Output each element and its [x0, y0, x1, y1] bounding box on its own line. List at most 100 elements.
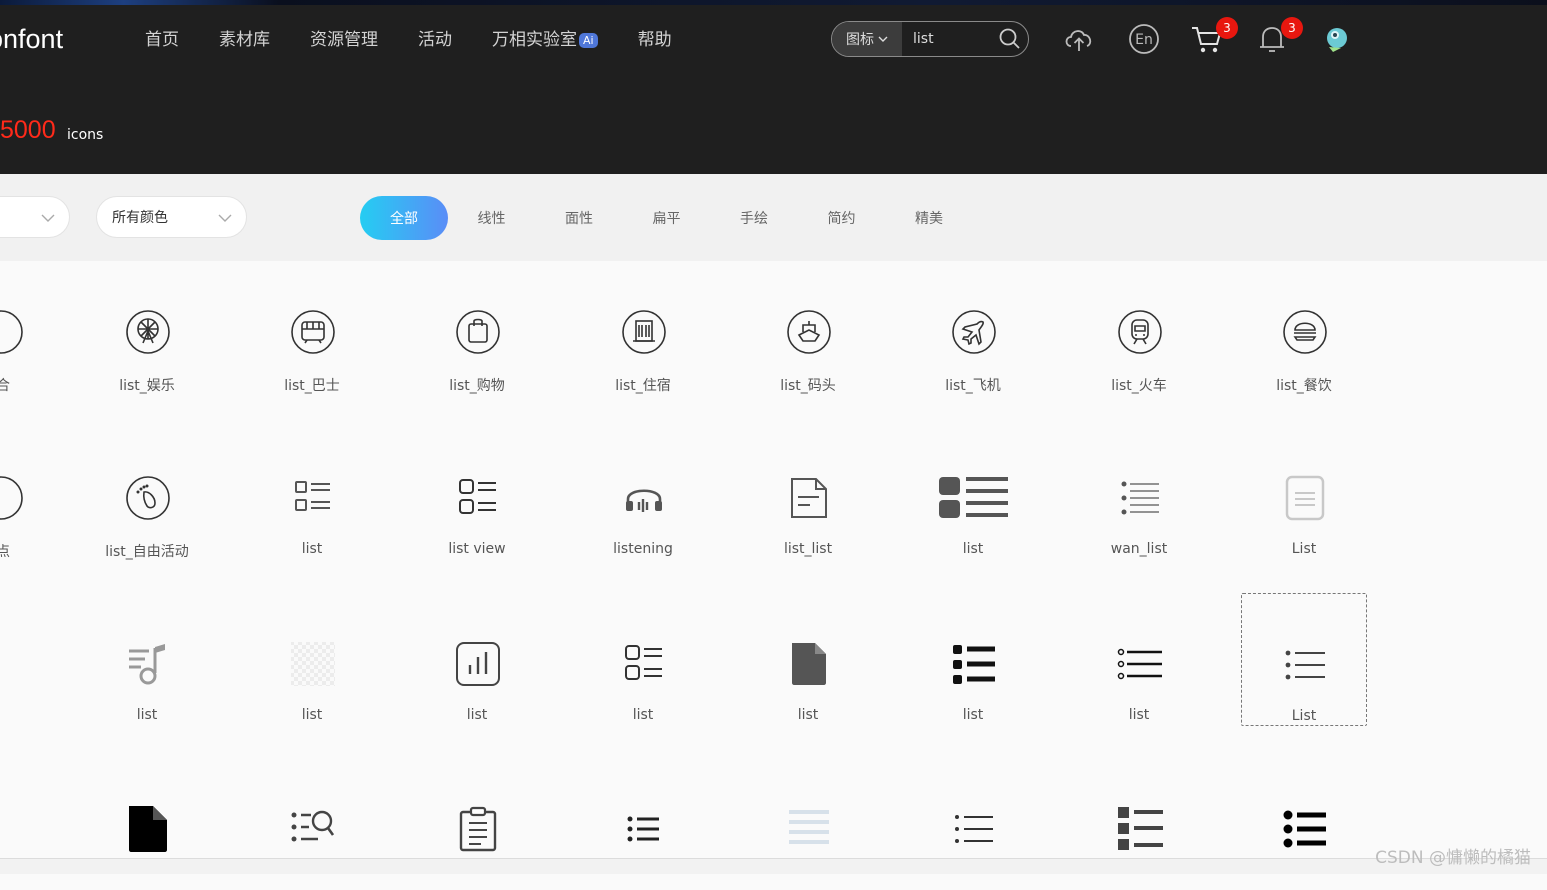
bullet-list-thin-icon [951, 806, 997, 852]
tab-flat[interactable]: 扁平 [623, 196, 711, 240]
icon-card-label: list [632, 707, 654, 723]
doc-light-icon [1282, 475, 1328, 521]
color-select[interactable]: 所有颜色 [96, 196, 247, 238]
icon-card-label: list_list [783, 541, 833, 557]
search-icon[interactable] [992, 22, 1028, 56]
icon-card-label: List [1291, 708, 1317, 724]
icon-card[interactable]: List [1241, 593, 1367, 726]
language-icon[interactable]: En [1127, 22, 1161, 56]
icon-card-label: list_火车 [1111, 378, 1167, 394]
icon-card-label: list_娱乐 [119, 378, 175, 394]
avatar[interactable] [1319, 22, 1353, 56]
tab-all[interactable]: 全部 [360, 196, 448, 240]
icon-card[interactable]: list_码头 [745, 261, 871, 394]
music-list-icon [125, 641, 171, 687]
cart-icon[interactable]: 3 [1190, 17, 1238, 56]
icon-count: 5000 [0, 116, 56, 144]
icon-card-label: List [1291, 541, 1317, 557]
icon-card[interactable]: list_火车 [1076, 261, 1202, 394]
list-search-icon [290, 806, 336, 852]
icon-card[interactable]: list [910, 593, 1036, 725]
watermark: CSDN @慵懒的橘猫 [1375, 848, 1531, 868]
icon-card[interactable]: list [580, 593, 706, 725]
bus-icon [290, 309, 336, 355]
icon-card-label: list [962, 707, 984, 723]
color-select-label: 所有颜色 [112, 210, 168, 226]
tab-filled[interactable]: 面性 [535, 196, 623, 240]
icon-card[interactable]: List [1241, 427, 1367, 559]
search-box: 图标 [831, 21, 1029, 57]
light-lines-icon [786, 806, 832, 852]
icon-card[interactable]: list [910, 427, 1036, 559]
icon-card[interactable]: list [84, 593, 210, 725]
icon-card[interactable]: 合 [0, 261, 63, 394]
search-type-select[interactable]: 图标 [832, 22, 902, 56]
icon-card[interactable]: list_巴士 [249, 261, 375, 394]
icon-card[interactable] [0, 593, 63, 725]
icon-card[interactable]: list_娱乐 [84, 261, 210, 394]
train-icon [1117, 309, 1163, 355]
ship-icon [786, 309, 832, 355]
svg-text:En: En [1135, 32, 1153, 48]
nav-home[interactable]: 首页 [145, 28, 179, 52]
icon-card[interactable]: 点 [0, 427, 63, 560]
nav-resources[interactable]: 资源管理 [310, 28, 378, 52]
icon-card[interactable]: list [414, 593, 540, 725]
upload-cloud-icon[interactable] [1062, 22, 1096, 56]
clipboard-icon [455, 806, 501, 852]
dot-list-icon [1283, 642, 1329, 688]
tab-handdrawn[interactable]: 手绘 [710, 196, 798, 240]
icon-card-label: list_购物 [449, 378, 505, 394]
icon-card-label: list [962, 541, 984, 557]
site-logo[interactable]: onfont [0, 24, 63, 55]
chevron-down-icon [878, 36, 888, 42]
top-banner-strip [0, 0, 1547, 5]
icon-card[interactable]: list_自由活动 [84, 427, 210, 560]
document-lines-icon [786, 475, 832, 521]
bell-icon[interactable]: 3 [1255, 17, 1303, 56]
icon-card-label: list [136, 707, 158, 723]
icon-card[interactable]: list [249, 427, 375, 559]
icon-grid: 合 list_娱乐 list_巴士 list_购物 list_住宿 list_码头 list… [0, 261, 1547, 873]
icon-card[interactable]: list_餐饮 [1241, 261, 1367, 394]
nav-lab[interactable]: 万相实验室 Ai [492, 28, 598, 52]
filter-bar: 所有颜色 全部 线性 面性 扁平 手绘 简约 精美 [0, 174, 1547, 261]
icon-card[interactable]: list [1076, 593, 1202, 725]
style-select[interactable] [0, 196, 70, 238]
tab-simple[interactable]: 简约 [798, 196, 886, 240]
icon-card-label: wan_list [1110, 541, 1168, 557]
circle-partial-icon [0, 309, 24, 355]
nav-lab-label: 万相实验室 [492, 30, 577, 50]
nav-activities[interactable]: 活动 [418, 28, 452, 52]
nav-help[interactable]: 帮助 [638, 28, 672, 52]
nav-materials[interactable]: 素材库 [219, 28, 270, 52]
style-tabs: 全部 线性 面性 扁平 手绘 简约 精美 [360, 196, 973, 240]
none [0, 806, 24, 852]
chevron-down-icon [218, 214, 232, 222]
bottom-scroll-bar[interactable] [0, 858, 1547, 874]
search-type-label: 图标 [846, 32, 874, 48]
icon-card[interactable]: list [745, 593, 871, 725]
icon-card-label: list [301, 707, 323, 723]
icon-card[interactable]: list [249, 593, 375, 725]
icon-card[interactable]: list_飞机 [910, 261, 1036, 394]
icon-card-label: 合 [0, 378, 10, 394]
airplane-icon [951, 309, 997, 355]
icon-card-label: list_码头 [780, 378, 836, 394]
icon-card[interactable]: listening [580, 427, 706, 559]
icon-card[interactable]: list_list [745, 427, 871, 559]
icon-card[interactable]: wan_list [1076, 427, 1202, 559]
icon-card-label: list_自由活动 [105, 544, 189, 560]
grid-list-icon [1117, 806, 1163, 852]
list-square-icon [290, 475, 336, 521]
tab-exquisite[interactable]: 精美 [885, 196, 973, 240]
chevron-down-icon [41, 214, 55, 222]
icon-card[interactable]: list_住宿 [580, 261, 706, 394]
bold-bullet-icon [1282, 806, 1328, 852]
icon-card[interactable]: list view [414, 427, 540, 559]
search-input[interactable] [902, 22, 992, 56]
footprint-icon [125, 475, 171, 521]
icon-card-label: list [1128, 707, 1150, 723]
icon-card[interactable]: list_购物 [414, 261, 540, 394]
tab-linear[interactable]: 线性 [448, 196, 536, 240]
